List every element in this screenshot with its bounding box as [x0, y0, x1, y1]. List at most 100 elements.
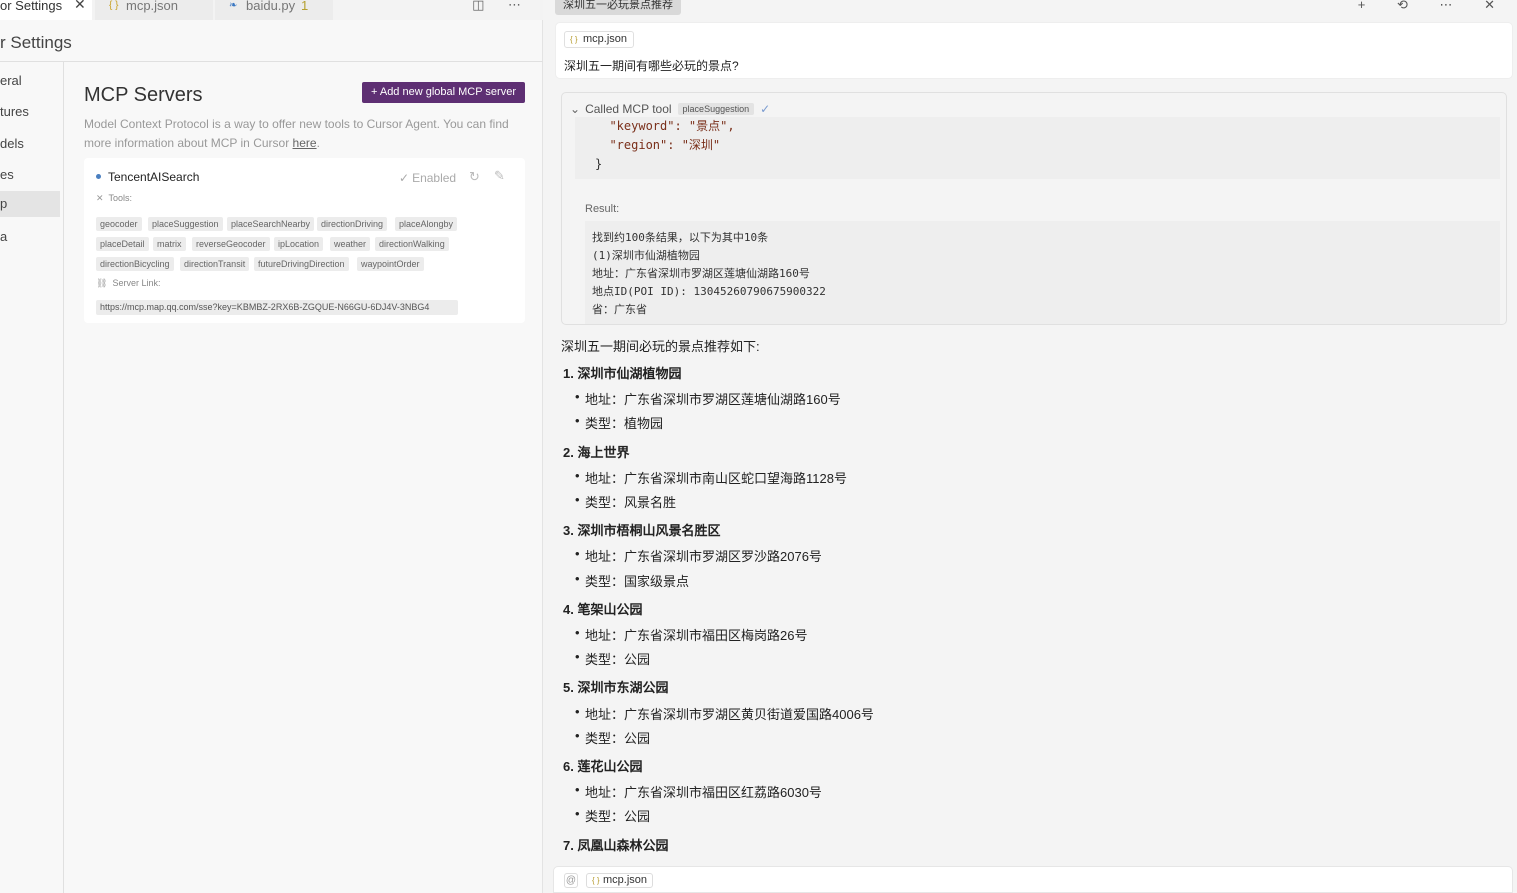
place-address: 地址：广东省深圳市福田区红荔路6030号	[575, 782, 822, 801]
settings-nav: eral tures dels es p a	[0, 62, 64, 893]
python-file-icon: ❧	[229, 0, 238, 11]
add-context-button[interactable]: @	[564, 873, 578, 888]
edit-icon[interactable]: ✎	[494, 168, 505, 184]
add-mcp-server-button[interactable]: + Add new global MCP server	[362, 82, 525, 103]
result-line: 找到约100条结果，以下为其中10条	[592, 231, 769, 244]
tab-label: mcp.json	[126, 0, 179, 13]
split-editor-and-more-icons[interactable]: ◫ ⋯	[472, 0, 531, 13]
result-line: 省：广东省	[592, 303, 647, 316]
server-link-label: ⛓ Server Link:	[96, 278, 160, 289]
server-name: TencentAISearch	[108, 170, 200, 184]
description-end: .	[316, 136, 320, 150]
tool-chip: placeDetail	[96, 237, 149, 251]
user-message[interactable]: { } mcp.json 深圳五一期间有哪些必玩的景点?	[555, 22, 1513, 79]
link-label-text: Server Link:	[112, 278, 161, 288]
result-label: Result:	[585, 203, 620, 215]
tools-icon: ✕	[96, 193, 104, 203]
nav-item-rules[interactable]: es	[0, 162, 60, 188]
place-address: 地址：广东省深圳市罗湖区莲塘仙湖路160号	[575, 389, 841, 408]
close-icon[interactable]: ✕	[74, 0, 86, 11]
tool-chip: placeSuggestion	[148, 217, 223, 231]
tool-name-chip: placeSuggestion	[677, 103, 755, 115]
place-address: 地址：广东省深圳市南山区蛇口望海路1128号	[575, 468, 847, 487]
tool-arguments: "keyword": "景点", "region": "深圳"}	[575, 117, 1500, 179]
place-title: 2. 海上世界	[563, 445, 630, 460]
place-type: 类型：国家级景点	[575, 571, 689, 590]
mcp-description: Model Context Protocol is a way to offer…	[84, 115, 524, 153]
place-title: 4. 笔架山公园	[563, 602, 643, 617]
place-title: 7. 凤凰山森林公园	[563, 838, 669, 853]
tool-result: 找到约100条结果，以下为其中10条 (1)深圳市仙湖植物园 地址：广东省深圳市罗湖…	[585, 221, 1500, 324]
settings-title: r Settings	[0, 33, 72, 52]
chat-input[interactable]: @ { } mcp.json	[553, 866, 1513, 893]
tool-chip: weather	[330, 237, 371, 251]
tool-call-label: Called MCP tool	[585, 102, 672, 116]
json-file-icon: { }	[109, 0, 119, 11]
tool-chip: directionWalking	[375, 237, 449, 251]
tab-baidu-py[interactable]: ❧ baidu.py 1	[215, 0, 333, 20]
nav-item-general[interactable]: eral	[0, 68, 60, 94]
tab-label: baidu.py	[246, 0, 296, 13]
result-line: 地点ID(POI ID): 13045260790675900322	[592, 285, 826, 298]
context-file-chip[interactable]: { } mcp.json	[586, 873, 654, 888]
tab-label: or Settings	[0, 0, 63, 13]
place-type: 类型：公园	[575, 649, 650, 668]
place-type: 类型：公园	[575, 806, 650, 825]
chevron-down-icon: ⌄	[570, 102, 581, 116]
tool-chip: directionDriving	[317, 217, 388, 231]
nav-item-models[interactable]: dels	[0, 131, 60, 157]
place-type: 类型：植物园	[575, 413, 663, 432]
tool-chip: geocoder	[96, 217, 142, 231]
chat-pane: 深圳五一必玩景点推荐 + ⟲ ⋯ ✕ { } mcp.json 深圳五一期间有哪…	[543, 0, 1517, 893]
json-file-icon: { }	[592, 876, 600, 885]
tool-chip: futureDrivingDirection	[254, 257, 349, 271]
place-type: 类型：公园	[575, 728, 650, 747]
refresh-icon[interactable]: ↻	[469, 169, 480, 185]
check-icon: ✓	[760, 102, 771, 116]
mcp-tool-call: ⌄ Called MCP tool placeSuggestion ✓ "keywor…	[561, 92, 1507, 325]
tool-call-header[interactable]: ⌄ Called MCP tool placeSuggestion ✓	[570, 102, 770, 116]
nav-item-mcp[interactable]: p	[0, 191, 60, 217]
tool-chip: ipLocation	[274, 237, 324, 251]
json-file-icon: { }	[570, 35, 578, 44]
place-address: 地址：广东省深圳市罗湖区罗沙路2076号	[575, 546, 822, 565]
place-address: 地址：广东省深圳市罗湖区黄贝街道爱国路4006号	[575, 704, 874, 723]
place-title: 1. 深圳市仙湖植物园	[563, 366, 682, 381]
chat-actions-icons[interactable]: + ⟲ ⋯ ✕	[1358, 0, 1509, 13]
tool-chip: matrix	[153, 237, 186, 251]
place-type: 类型：风景名胜	[575, 492, 676, 511]
place-address: 地址：广东省深圳市福田区梅岗路26号	[575, 625, 807, 644]
context-file-chip[interactable]: { } mcp.json	[564, 31, 635, 48]
file-name: mcp.json	[603, 874, 648, 886]
nav-item-features[interactable]: tures	[0, 99, 60, 125]
enabled-toggle[interactable]: ✓ Enabled	[399, 171, 456, 185]
code-line: "keyword": "景点",	[595, 119, 735, 133]
answer-intro: 深圳五一期间必玩的景点推荐如下:	[561, 339, 760, 354]
tools-label-text: Tools:	[108, 193, 133, 203]
tool-chip: reverseGeocoder	[192, 237, 270, 251]
result-line: (1)深圳市仙湖植物园	[592, 249, 700, 262]
tool-chip: directionBicycling	[96, 257, 174, 271]
code-line: }	[595, 157, 603, 171]
place-title: 3. 深圳市梧桐山风景名胜区	[563, 523, 721, 538]
here-link[interactable]: here	[293, 136, 317, 150]
tab-cursor-settings[interactable]: or Settings ✕	[0, 0, 92, 20]
tool-chip: placeSearchNearby	[227, 217, 315, 231]
page-title: MCP Servers	[84, 84, 203, 106]
nav-item-beta[interactable]: a	[0, 224, 60, 250]
place-title: 5. 深圳市东湖公园	[563, 680, 669, 695]
scroll-fade	[543, 856, 1517, 866]
check-icon: ✓	[399, 171, 410, 185]
status-label: Enabled	[412, 171, 457, 185]
editor-tab-bar: or Settings ✕ { } mcp.json ❧ baidu.py 1 …	[0, 0, 543, 20]
divider	[0, 61, 543, 62]
chat-title-tab[interactable]: 深圳五一必玩景点推荐	[555, 0, 681, 15]
tab-mcp-json[interactable]: { } mcp.json	[95, 0, 213, 20]
place-title: 6. 莲花山公园	[563, 759, 643, 774]
status-dot	[96, 174, 101, 179]
tools-label: ✕ Tools:	[96, 193, 132, 204]
server-link-value[interactable]: https://mcp.map.qq.com/sse?key=KBMBZ-2RX…	[96, 300, 458, 315]
tool-chip: placeAlongby	[395, 217, 458, 231]
problem-count-badge: 1	[301, 0, 309, 13]
tool-chip: directionTransit	[180, 257, 250, 271]
